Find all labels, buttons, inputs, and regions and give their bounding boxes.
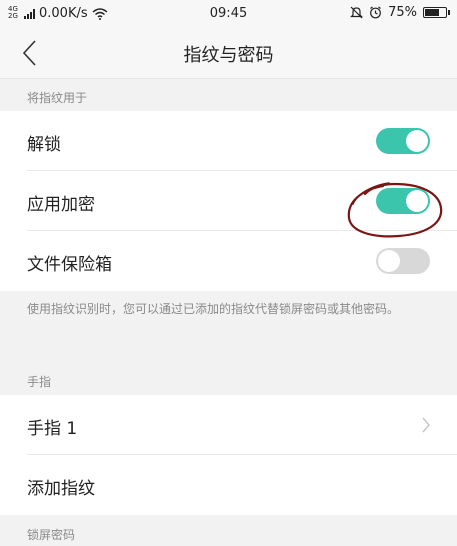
battery-percent: 75% — [388, 5, 417, 20]
add-fingerprint-row[interactable]: 添加指纹 — [0, 455, 457, 515]
status-bar: 4G 2G 0.00K/s 09:45 75% — [0, 0, 457, 28]
setting-label-unlock: 解锁 — [27, 135, 61, 155]
toggle-knob — [378, 250, 400, 272]
section-header-lock-password: 锁屏密码 — [0, 515, 457, 546]
finger-row-1[interactable]: 手指 1 — [0, 395, 457, 455]
chevron-right-icon — [422, 417, 430, 433]
setting-label-file-vault: 文件保险箱 — [27, 255, 112, 275]
app-encryption-toggle[interactable] — [376, 188, 430, 214]
page-title: 指纹与密码 — [183, 45, 274, 66]
section-header-fingerprint-use: 将指纹用于 — [0, 79, 457, 111]
setting-label-app-encryption: 应用加密 — [27, 195, 95, 215]
status-right: 75% — [350, 5, 450, 20]
file-vault-toggle[interactable] — [376, 248, 430, 274]
fingerprint-note: 使用指纹识别时，您可以通过已添加的指纹代替锁屏密码或其他密码。 — [0, 291, 457, 363]
header-bar: 指纹与密码 — [0, 28, 457, 79]
setting-row-app-encryption[interactable]: 应用加密 — [0, 171, 457, 231]
setting-row-unlock[interactable]: 解锁 — [0, 111, 457, 171]
setting-row-file-vault[interactable]: 文件保险箱 — [0, 231, 457, 291]
mute-bell-icon — [350, 6, 364, 19]
add-fingerprint-label: 添加指纹 — [27, 479, 95, 499]
battery-fill — [425, 9, 439, 16]
toggle-knob — [406, 190, 428, 212]
toggle-knob — [406, 130, 428, 152]
screen: 4G 2G 0.00K/s 09:45 75% 指纹与密码 将指纹用于 解锁 应… — [0, 0, 457, 546]
finger-label-1: 手指 1 — [27, 419, 78, 439]
unlock-toggle[interactable] — [376, 128, 430, 154]
section-header-fingers: 手指 — [0, 363, 457, 395]
alarm-icon — [370, 6, 381, 19]
battery-icon — [423, 7, 450, 18]
